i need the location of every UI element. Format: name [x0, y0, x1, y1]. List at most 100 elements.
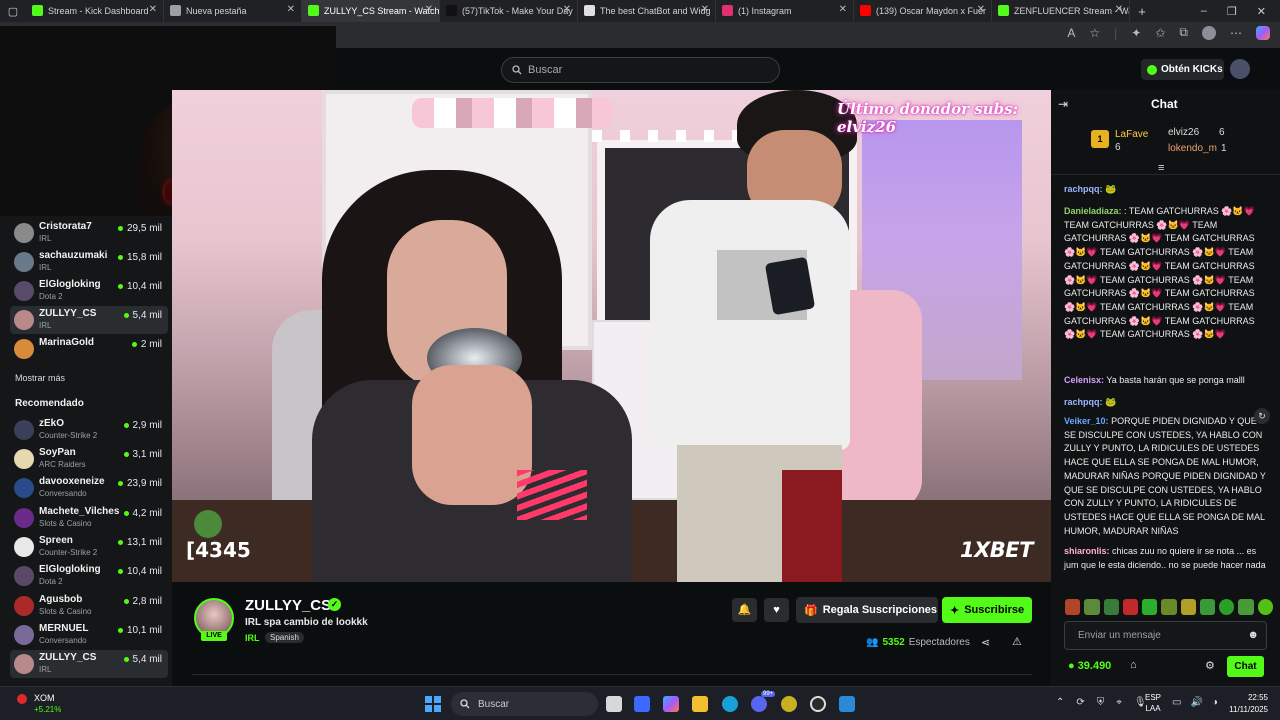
chat-filter-icon[interactable]: ≡: [1158, 162, 1164, 174]
emote-icon[interactable]: [1122, 599, 1139, 615]
app-icon[interactable]: [839, 696, 855, 712]
get-kicks-button[interactable]: Obtén KICKs: [1141, 59, 1224, 80]
store-app-icon[interactable]: [634, 696, 650, 712]
sidebar-channel[interactable]: Machete_Vilches Slots & Casino 4,2 mil: [10, 504, 168, 532]
chat-username[interactable]: rachpqq:: [1064, 397, 1103, 407]
copilot-app-icon[interactable]: [663, 696, 679, 712]
sync-icon[interactable]: ⟳: [1076, 697, 1084, 708]
emote-icon[interactable]: [1257, 599, 1273, 615]
sidebar-channel[interactable]: Agusbob Slots & Casino 2,8 mil: [10, 592, 168, 620]
emote-icon[interactable]: [1084, 599, 1100, 615]
stock-widget[interactable]: XOM +5.21%: [12, 692, 82, 718]
network-sound-tray[interactable]: ▭ 🔊 ◑: [1172, 697, 1218, 708]
tab-close-icon[interactable]: ✕: [977, 4, 985, 15]
browser-tab[interactable]: The best ChatBot and Widg ✕: [578, 0, 716, 22]
collapse-chat-icon[interactable]: ⇥: [1058, 97, 1068, 111]
tab-close-icon[interactable]: ✕: [1115, 4, 1123, 15]
emote-icon[interactable]: [1142, 599, 1158, 615]
category-link[interactable]: IRL: [245, 633, 260, 643]
more-menu-icon[interactable]: ⋯: [1230, 26, 1242, 40]
report-icon[interactable]: ⚠: [1012, 635, 1022, 648]
gift-subs-button[interactable]: 🎁 Regala Suscripciones: [796, 597, 938, 623]
emote-icon[interactable]: [1219, 599, 1235, 615]
store-icon[interactable]: ⌂: [1130, 659, 1137, 671]
chat-username[interactable]: Celenisx:: [1064, 375, 1104, 385]
tray-expand-icon[interactable]: ⌃: [1056, 697, 1064, 708]
language-tag[interactable]: Spanish: [265, 632, 304, 643]
edge-browser-icon[interactable]: [722, 696, 738, 712]
tab-close-icon[interactable]: ✕: [149, 4, 157, 15]
new-tab-button[interactable]: +: [1130, 4, 1154, 19]
sidebar-channel[interactable]: Spreen Counter-Strike 2 13,1 mil: [10, 533, 168, 561]
browser-tab[interactable]: Stream - Kick Dashboard ✕: [26, 0, 164, 22]
minimize-button[interactable]: –: [1201, 5, 1207, 17]
sidebar-channel[interactable]: ElGlogloking Dota 2 10,4 mil: [10, 562, 168, 590]
chat-settings-icon[interactable]: ⚙: [1205, 659, 1215, 672]
browser-tab[interactable]: (1) Instagram ✕: [716, 0, 854, 22]
collections-icon[interactable]: ⧉: [1179, 25, 1188, 40]
chat-username[interactable]: Veiker_10:: [1064, 416, 1109, 426]
show-more-link[interactable]: Mostrar más: [15, 373, 65, 383]
emoji-icon[interactable]: ☻: [1247, 629, 1259, 641]
search-input[interactable]: Buscar: [501, 57, 780, 83]
location-icon[interactable]: ⌖: [1116, 697, 1122, 708]
notifications-button[interactable]: 🔔: [732, 598, 757, 622]
subscribe-button[interactable]: ✦ Suscribirse: [942, 597, 1032, 623]
sidebar-channel[interactable]: SoyPan ARC Raiders 3,1 mil: [10, 445, 168, 473]
sidebar-channel[interactable]: zEkO Counter-Strike 2 2,9 mil: [10, 416, 168, 444]
sidebar-channel[interactable]: MarinaGold 2 mil: [10, 335, 168, 363]
start-button[interactable]: [425, 696, 441, 712]
favorites-icon[interactable]: ✩: [1155, 26, 1165, 40]
chat-input[interactable]: Enviar un mensaje ☻: [1064, 621, 1267, 650]
read-aloud-icon[interactable]: A: [1067, 26, 1075, 40]
emote-icon[interactable]: [1238, 599, 1254, 615]
sidebar-channel[interactable]: ZULLYY_CS IRL 5,4 mil: [10, 650, 168, 678]
language-indicator[interactable]: ESP LAA: [1145, 692, 1161, 714]
pause-scroll-icon[interactable]: ↻: [1254, 408, 1270, 424]
browser-tab[interactable]: Nueva pestaña ✕: [164, 0, 302, 22]
tab-close-icon[interactable]: ✕: [563, 4, 571, 15]
browser-tab[interactable]: (139) Oscar Maydon x Fuer ✕: [854, 0, 992, 22]
tab-close-icon[interactable]: ✕: [839, 4, 847, 15]
favorite-star-icon[interactable]: ☆: [1089, 26, 1100, 40]
tab-close-icon[interactable]: ✕: [425, 4, 433, 15]
file-explorer-icon[interactable]: [692, 696, 708, 712]
clock[interactable]: 22:55 11/11/2025: [1216, 692, 1268, 716]
emote-icon[interactable]: [1180, 599, 1196, 615]
app-icon[interactable]: [781, 696, 797, 712]
chat-username[interactable]: shiaronlis:: [1064, 546, 1110, 556]
browser-menu-icon[interactable]: ▢: [0, 0, 26, 22]
shield-icon[interactable]: ⛨: [1097, 697, 1105, 708]
extensions-icon[interactable]: ✦: [1131, 26, 1141, 40]
profile-avatar[interactable]: [1202, 25, 1216, 40]
chat-username[interactable]: Danieladiaza:: [1064, 206, 1122, 216]
emote-icon[interactable]: [1199, 599, 1216, 615]
maximize-button[interactable]: ❐: [1227, 5, 1237, 18]
close-window-button[interactable]: ✕: [1257, 5, 1266, 18]
streamer-name[interactable]: ZULLYY_CS: [245, 597, 331, 614]
sidebar-channel[interactable]: MERNUEL Conversando 10,1 mil: [10, 621, 168, 649]
tab-close-icon[interactable]: ✕: [287, 4, 295, 15]
sidebar-channel[interactable]: sachauzumaki IRL 15,8 mil: [10, 248, 168, 276]
browser-tab[interactable]: ZULLYY_CS Stream - Watch ✕: [302, 0, 440, 22]
browser-tab[interactable]: ZENFLUENCER Stream - Wa ✕: [992, 0, 1130, 22]
emote-icon[interactable]: [1103, 599, 1119, 615]
video-player[interactable]: Último donador subs: elviz26 [4345 1XBET: [172, 90, 1051, 582]
sidebar-channel[interactable]: davooxeneize Conversando 23,9 mil: [10, 474, 168, 502]
tab-close-icon[interactable]: ✕: [701, 4, 709, 15]
follow-heart-button[interactable]: ♥: [764, 598, 789, 622]
sidebar-channel[interactable]: Cristorata7 IRL 29,5 mil: [10, 219, 168, 247]
kick-points[interactable]: ● 39.490: [1068, 660, 1111, 672]
user-avatar[interactable]: [1230, 59, 1250, 79]
emote-icon[interactable]: [1065, 599, 1081, 615]
emote-icon[interactable]: [1161, 599, 1177, 615]
chat-username[interactable]: rachpqq:: [1064, 184, 1103, 194]
share-icon[interactable]: ⋖: [981, 636, 990, 649]
discord-icon[interactable]: [751, 696, 767, 712]
sidebar-channel[interactable]: ZULLYY_CS IRL 5,4 mil: [10, 306, 168, 334]
task-view-icon[interactable]: [606, 696, 622, 712]
send-chat-button[interactable]: Chat: [1227, 656, 1264, 677]
taskbar-search[interactable]: Buscar: [451, 692, 598, 716]
obs-icon[interactable]: [810, 696, 826, 712]
copilot-icon[interactable]: [1256, 25, 1270, 40]
